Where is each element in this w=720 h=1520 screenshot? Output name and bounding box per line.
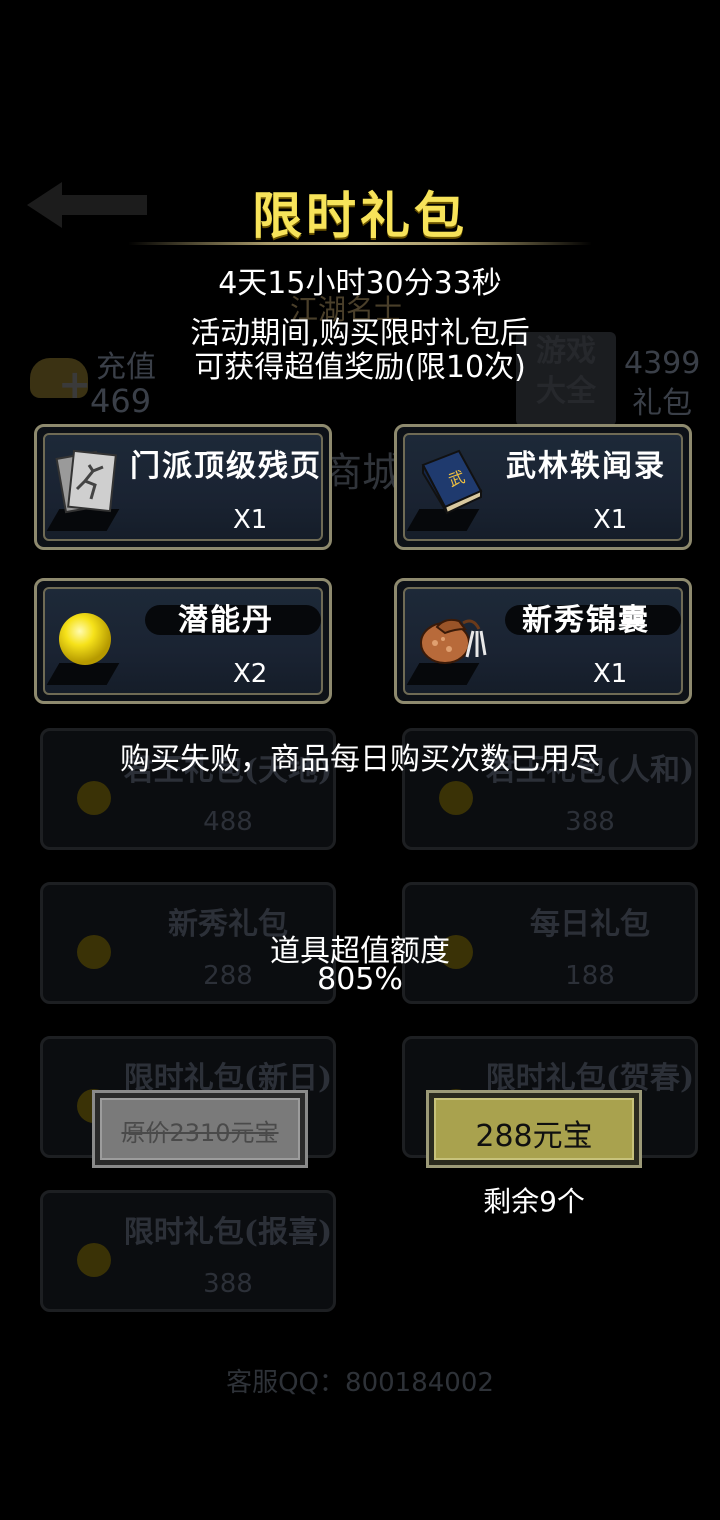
reward-item-card[interactable]: 新秀锦囊 X1 [394, 578, 692, 704]
item-name: 门派顶级残页 [130, 449, 322, 484]
coin-icon [439, 781, 473, 815]
buy-price-text: 288元宝 [475, 1119, 593, 1154]
item-quantity: X1 [593, 659, 628, 689]
golden-pill-icon [59, 613, 111, 665]
original-price-text: 原价2310元宝 [121, 1119, 279, 1147]
buy-button[interactable]: 288元宝 [426, 1090, 642, 1168]
recharge-value: 469 [90, 382, 152, 420]
bg-card-price: 488 [203, 807, 253, 837]
item-quantity: X1 [593, 505, 628, 535]
reward-item-card[interactable]: 武 武林轶闻录 X1 [394, 424, 692, 550]
bg-shop-card[interactable]: 限时礼包(报喜) 388 [40, 1190, 336, 1312]
item-quantity: X1 [233, 505, 268, 535]
shop-title: 商城 [322, 450, 402, 496]
item-name: 潜能丹 [178, 603, 274, 638]
reward-item-card[interactable]: 门派顶级残页 X1 [34, 424, 332, 550]
item-quantity: X2 [233, 659, 268, 689]
coin-icon [77, 1243, 111, 1277]
popup-title: 限时礼包 [252, 186, 468, 245]
remaining-count: 剩余9个 [483, 1185, 585, 1218]
description-line-2: 可获得超值奖励(限10次) [194, 350, 526, 385]
coin-icon [77, 781, 111, 815]
pouch-icon [420, 618, 487, 664]
countdown-timer: 4天15小时30分33秒 [218, 266, 502, 301]
scroll-pages-icon [55, 449, 117, 514]
original-price-button: 原价2310元宝 [92, 1090, 308, 1168]
bg-card-price: 388 [565, 807, 615, 837]
customer-service-text: 客服QQ：800184002 [226, 1368, 494, 1398]
item-name: 武林轶闻录 [506, 449, 666, 484]
book-icon: 武 [421, 449, 483, 515]
purchase-fail-message: 购买失败，商品每日购买次数已用尽 [120, 742, 600, 777]
gift-label: 礼包 [632, 386, 693, 421]
bg-card-price: 388 [203, 1269, 253, 1299]
title-divider [128, 242, 592, 245]
reward-item-card[interactable]: 潜能丹 X2 [34, 578, 332, 704]
bg-card-title: 限时礼包(报喜) [123, 1215, 333, 1250]
value-percent: 805% [317, 962, 403, 997]
item-name: 新秀锦囊 [522, 603, 650, 638]
